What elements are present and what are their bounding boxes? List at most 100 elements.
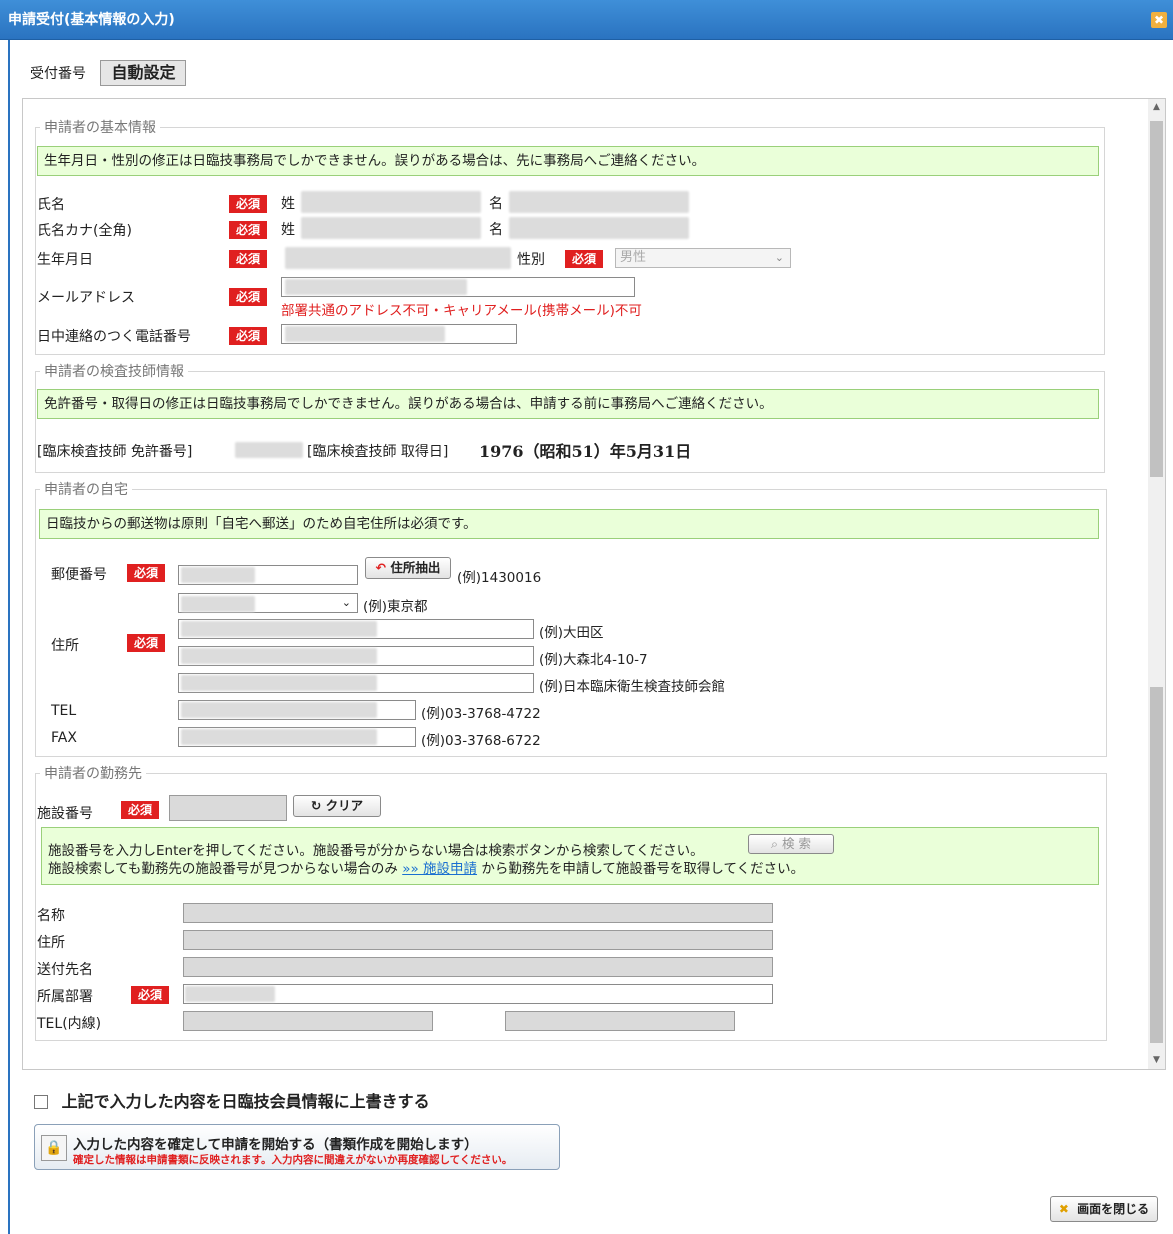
phone-input-value bbox=[285, 326, 445, 342]
scroll-down-icon[interactable]: ▼ bbox=[1148, 1052, 1165, 1069]
required-badge: 必須 bbox=[127, 564, 165, 582]
close-icon: ✖ bbox=[1058, 1202, 1069, 1216]
pref-example: (例)東京都 bbox=[363, 599, 428, 615]
scrollbar-track-lower bbox=[1150, 687, 1163, 1043]
confirm-start-button[interactable]: 🔒 入力した内容を確定して申請を開始する（書類作成を開始します） 確定した情報は… bbox=[34, 1124, 560, 1170]
name-label: 氏名 bbox=[37, 197, 65, 213]
birthdate-input[interactable] bbox=[285, 247, 511, 269]
lock-icon: 🔒 bbox=[41, 1135, 67, 1161]
address-line1-value bbox=[181, 621, 377, 637]
last-name-prefix: 姓 bbox=[281, 196, 295, 212]
facility-application-link[interactable]: »» 施設申請 bbox=[402, 861, 477, 877]
acquired-label: [臨床検査技師 取得日] bbox=[307, 444, 449, 460]
email-input-value bbox=[285, 279, 467, 295]
section-legend: 申請者の自宅 bbox=[44, 482, 128, 498]
gender-select[interactable]: 男性 ⌄ bbox=[615, 248, 791, 268]
section-legend: 申請者の検査技師情報 bbox=[44, 364, 184, 380]
fax-input-value bbox=[181, 729, 377, 745]
required-badge: 必須 bbox=[229, 250, 267, 268]
tel-label: TEL bbox=[51, 703, 77, 719]
vertical-scrollbar[interactable]: ▲ ▼ bbox=[1148, 99, 1165, 1069]
close-window-button[interactable]: ✖ 画面を閉じる bbox=[1050, 1196, 1158, 1222]
tech-notice: 免許番号・取得日の修正は日臨技事務局でしかできません。誤りがある場合は、申請する… bbox=[37, 389, 1099, 419]
clear-button[interactable]: ↻ クリア bbox=[293, 795, 381, 817]
required-badge: 必須 bbox=[229, 288, 267, 306]
workplace-recipient-field bbox=[183, 957, 773, 977]
tel-example: (例)03-3768-4722 bbox=[421, 706, 541, 722]
workplace-tel-label: TEL(内線) bbox=[37, 1016, 102, 1032]
postal-example: (例)1430016 bbox=[457, 570, 542, 586]
workplace-tel-field bbox=[183, 1011, 433, 1031]
fax-label: FAX bbox=[51, 730, 77, 746]
receipt-number-row: 受付番号 自動設定 bbox=[30, 60, 187, 86]
receipt-label: 受付番号 bbox=[30, 66, 86, 82]
search-button[interactable]: ⌕ 検 索 bbox=[748, 834, 834, 854]
last-kana-input[interactable] bbox=[301, 217, 481, 239]
required-badge: 必須 bbox=[565, 250, 603, 268]
window-title: 申請受付(基本情報の入力) bbox=[8, 12, 175, 28]
workplace-name-field bbox=[183, 903, 773, 923]
search-icon: ⌕ bbox=[771, 836, 779, 851]
window-titlebar: 申請受付(基本情報の入力) ✖ bbox=[0, 0, 1173, 40]
arrow-icon: ↶ bbox=[375, 560, 387, 575]
clear-label: クリア bbox=[325, 798, 364, 813]
home-notice: 日臨技からの郵送物は原則「自宅へ郵送」のため自宅住所は必須です。 bbox=[39, 509, 1099, 539]
overwrite-label: 上記で入力した内容を日臨技会員情報に上書きする bbox=[61, 1092, 430, 1111]
postal-input-value bbox=[181, 567, 255, 583]
close-icon[interactable]: ✖ bbox=[1151, 12, 1167, 28]
first-kana-input[interactable] bbox=[509, 217, 689, 239]
email-warning: 部署共通のアドレス不可・キャリアメール(携帯メール)不可 bbox=[281, 303, 642, 319]
address-line2-value bbox=[181, 648, 377, 664]
addr-example1: (例)大田区 bbox=[539, 625, 604, 641]
overwrite-checkbox[interactable] bbox=[34, 1095, 48, 1109]
phone-label: 日中連絡のつく電話番号 bbox=[37, 329, 191, 345]
fax-example: (例)03-3768-6722 bbox=[421, 733, 541, 749]
addr-example3: (例)日本臨床衛生検査技師会館 bbox=[539, 679, 726, 695]
required-badge: 必須 bbox=[121, 801, 159, 819]
birth-label: 生年月日 bbox=[37, 252, 93, 268]
facility-number-input[interactable] bbox=[169, 795, 287, 821]
section-legend: 申請者の勤務先 bbox=[44, 766, 142, 782]
workplace-notice: 施設番号を入力しEnterを押してください。施設番号が分からない場合は検索ボタン… bbox=[41, 827, 1099, 885]
refresh-icon: ↻ bbox=[310, 798, 322, 813]
confirm-line1: 入力した内容を確定して申請を開始する（書類作成を開始します） bbox=[73, 1137, 478, 1153]
workplace-notice-text2b: から勤務先を申請して施設番号を取得してください。 bbox=[481, 861, 805, 877]
first-name-prefix: 名 bbox=[489, 196, 503, 212]
scrollbar-thumb[interactable] bbox=[1150, 121, 1163, 477]
window-left-border bbox=[8, 40, 10, 1234]
required-badge: 必須 bbox=[229, 327, 267, 345]
workplace-recipient-label: 送付先名 bbox=[37, 962, 93, 978]
form-scroll-area[interactable]: 申請者の基本情報 生年月日・性別の修正は日臨技事務局でしかできません。誤りがある… bbox=[22, 98, 1166, 1070]
workplace-address-field bbox=[183, 930, 773, 950]
facility-label: 施設番号 bbox=[37, 806, 93, 822]
kana-label: 氏名カナ(全角) bbox=[37, 223, 132, 239]
license-number bbox=[235, 442, 303, 458]
workplace-notice-text2a: 施設検索しても勤務先の施設番号が見つからない場合のみ bbox=[48, 861, 398, 877]
address-extract-label: 住所抽出 bbox=[390, 560, 441, 575]
basic-notice: 生年月日・性別の修正は日臨技事務局でしかできません。誤りがある場合は、先に事務局… bbox=[37, 146, 1099, 176]
last-name-input[interactable] bbox=[301, 191, 481, 213]
workplace-dept-value bbox=[185, 986, 275, 1002]
workplace-notice-line1: 施設番号を入力しEnterを押してください。施設番号が分からない場合は検索ボタン… bbox=[48, 832, 1092, 859]
required-badge: 必須 bbox=[229, 221, 267, 239]
address-line3-value bbox=[181, 675, 377, 691]
section-legend: 申請者の基本情報 bbox=[44, 120, 156, 136]
postal-label: 郵便番号 bbox=[51, 567, 107, 583]
workplace-address-label: 住所 bbox=[37, 935, 65, 951]
gender-value: 男性 bbox=[620, 250, 647, 265]
required-badge: 必須 bbox=[127, 634, 165, 652]
overwrite-row[interactable]: 上記で入力した内容を日臨技会員情報に上書きする bbox=[34, 1088, 430, 1112]
receipt-value: 自動設定 bbox=[100, 60, 187, 86]
scroll-up-icon[interactable]: ▲ bbox=[1148, 99, 1165, 116]
required-badge: 必須 bbox=[229, 195, 267, 213]
email-label: メールアドレス bbox=[37, 290, 135, 306]
first-kana-prefix: 名 bbox=[489, 222, 503, 238]
workplace-name-label: 名称 bbox=[37, 908, 65, 924]
address-extract-button[interactable]: ↶ 住所抽出 bbox=[365, 557, 451, 579]
first-name-input[interactable] bbox=[509, 191, 689, 213]
addr-example2: (例)大森北4-10-7 bbox=[539, 652, 648, 668]
address-label: 住所 bbox=[51, 638, 79, 654]
required-badge: 必須 bbox=[131, 986, 169, 1004]
chevron-down-icon: ⌄ bbox=[341, 596, 351, 609]
confirm-line2: 確定した情報は申請書類に反映されます。入力内容に間違えがないか再度確認してくださ… bbox=[73, 1154, 513, 1166]
